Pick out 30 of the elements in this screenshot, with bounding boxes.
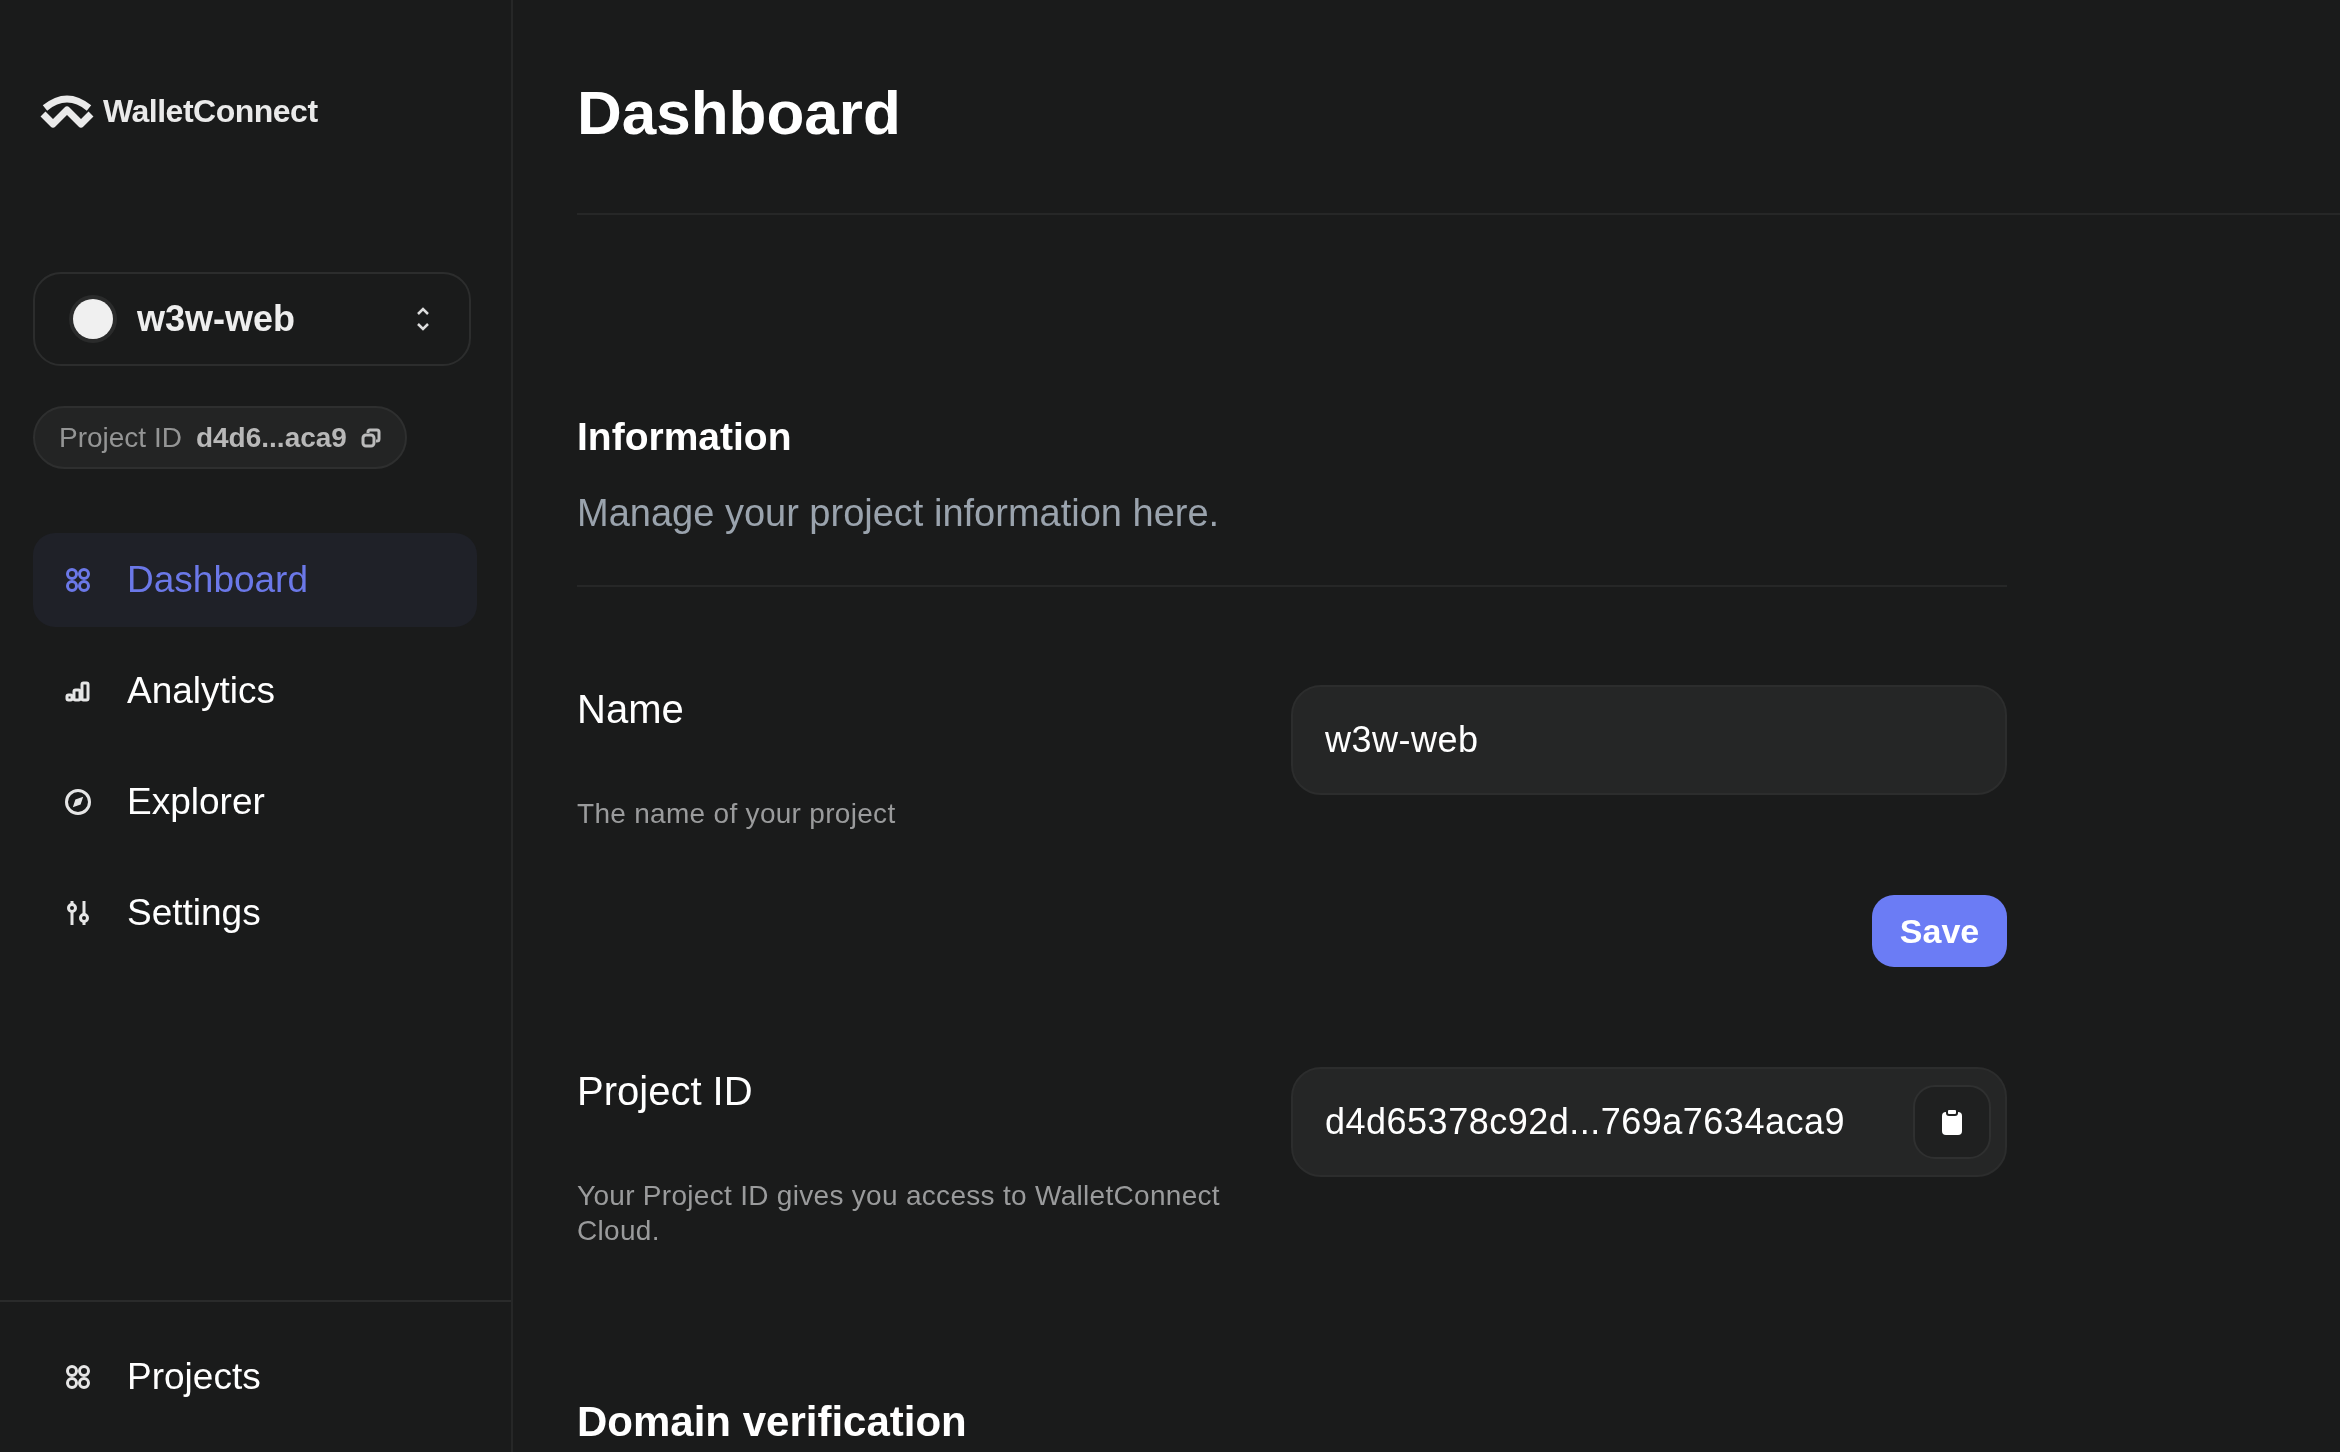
grid-icon — [65, 1364, 91, 1390]
nav-item[interactable]: Dashboard — [33, 533, 477, 627]
project-id-chip[interactable]: Project ID d4d6...aca9 — [33, 406, 407, 469]
project-avatar — [73, 299, 113, 339]
field-description: Your Project ID gives you access to WalletConnect Cloud. — [577, 1179, 1221, 1248]
section-title: Domain verification — [577, 1398, 968, 1446]
save-button[interactable]: Save — [1872, 895, 2007, 967]
field-description: The name of your project — [577, 797, 897, 831]
nav-item[interactable]: Settings — [33, 866, 477, 960]
grid-icon — [65, 567, 91, 593]
sliders-icon — [66, 899, 90, 927]
section-subtitle: Manage your project information here. — [577, 492, 1221, 535]
page-title: Dashboard — [577, 78, 901, 147]
nav-item[interactable]: Explorer — [33, 755, 477, 849]
logo-icon — [39, 93, 95, 130]
compass-icon — [64, 788, 92, 816]
field-label: Name — [577, 687, 685, 732]
name-input[interactable]: w3w-web — [1291, 685, 2007, 795]
field-label: Project ID — [577, 1069, 754, 1114]
brand-name: WalletConnect — [103, 93, 318, 130]
nav-item[interactable]: Analytics — [33, 644, 477, 738]
chevron-up-down-icon — [415, 306, 431, 332]
project-selector[interactable]: w3w-web — [33, 272, 471, 366]
project-id-value: d4d65378c92d...769a7634aca9 — [1325, 1101, 1846, 1143]
clipboard-icon — [1941, 1108, 1963, 1136]
copy-icon — [360, 427, 381, 448]
projects-link[interactable]: Projects — [33, 1330, 477, 1424]
bar-chart-icon — [65, 680, 91, 702]
section-title: Information — [577, 415, 793, 459]
copy-button[interactable] — [1913, 1085, 1991, 1159]
